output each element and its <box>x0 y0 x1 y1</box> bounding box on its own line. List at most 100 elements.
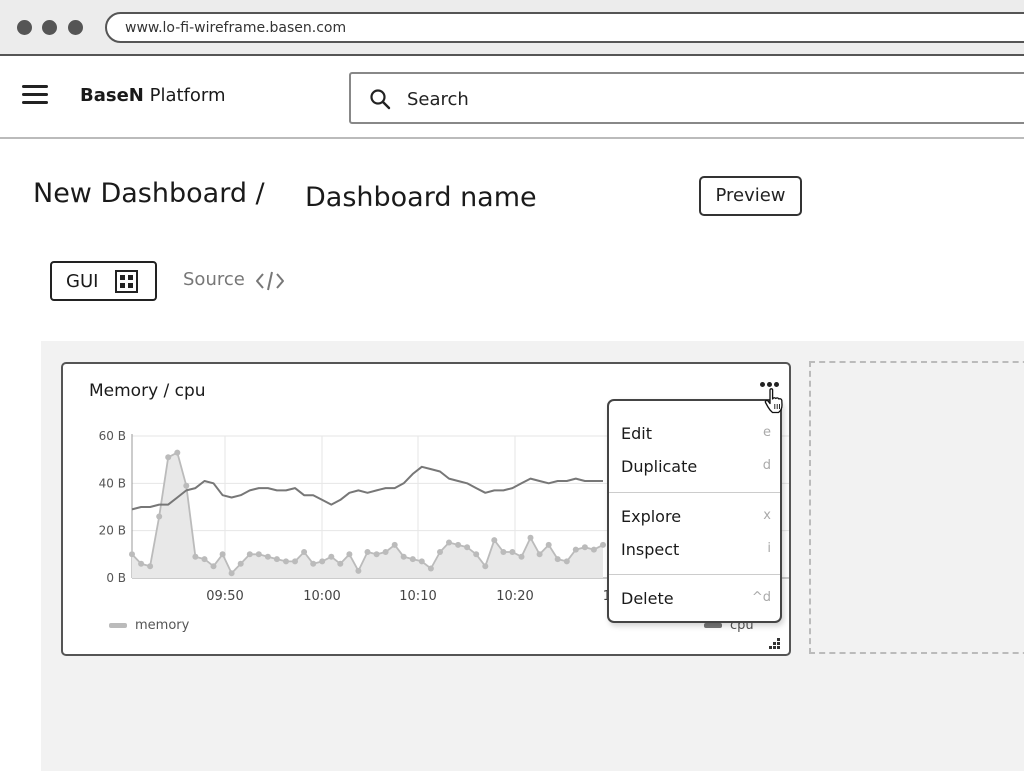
hamburger-menu-icon[interactable] <box>22 84 48 106</box>
data-point-memory <box>156 513 163 520</box>
data-point-memory <box>518 553 525 560</box>
address-bar[interactable]: www.lo-fi-wireframe.basen.com <box>105 12 1024 43</box>
data-point-memory <box>590 546 597 553</box>
data-point-memory <box>364 549 371 555</box>
data-point-memory <box>210 563 217 570</box>
menu-item-duplicate[interactable]: Duplicate d <box>621 454 771 480</box>
data-point-memory <box>527 534 534 541</box>
menu-item-label: Edit <box>621 424 652 443</box>
search-icon <box>370 89 391 110</box>
data-point-memory <box>455 541 462 548</box>
data-point-memory <box>400 553 407 560</box>
data-point-memory <box>174 449 181 456</box>
data-point-memory <box>391 541 398 548</box>
data-point-memory <box>183 482 190 489</box>
legend-swatch-memory <box>109 623 127 628</box>
menu-item-label: Duplicate <box>621 457 698 476</box>
data-point-memory <box>138 560 145 567</box>
data-point-memory <box>129 551 135 558</box>
y-tick-label: 60 B <box>99 429 126 443</box>
data-point-memory <box>319 558 326 565</box>
data-point-memory <box>427 565 434 572</box>
menu-item-shortcut: e <box>763 425 771 440</box>
menu-item-explore[interactable]: Explore x <box>621 504 771 530</box>
data-point-memory <box>192 553 199 560</box>
x-tick-label: 10:10 <box>399 589 436 604</box>
data-point-memory <box>382 549 389 555</box>
code-icon <box>256 271 284 291</box>
x-tick-label: 10:20 <box>496 589 533 604</box>
series-line-cpu <box>131 465 603 511</box>
legend-item-memory: memory <box>109 618 189 633</box>
brand-name: BaseN <box>80 85 144 106</box>
data-point-memory <box>482 563 489 570</box>
menu-item-shortcut: x <box>763 508 771 523</box>
app-header: BaseN Platform <box>0 57 1024 139</box>
menu-item-delete[interactable]: Delete ^d <box>621 586 771 612</box>
data-point-memory <box>355 567 362 574</box>
grid-icon <box>115 270 138 293</box>
data-point-memory <box>346 551 353 558</box>
data-point-memory <box>310 560 317 567</box>
menu-item-shortcut: ^d <box>751 590 771 605</box>
preview-button[interactable]: Preview <box>699 176 802 216</box>
data-point-memory <box>536 551 543 558</box>
dashboard-name-title[interactable]: Dashboard name <box>305 182 537 213</box>
data-point-memory <box>409 556 416 563</box>
data-point-memory <box>473 551 480 558</box>
data-point-memory <box>337 560 344 567</box>
menu-item-shortcut: d <box>762 458 771 473</box>
y-tick-label: 20 B <box>99 524 126 538</box>
legend-label-memory: memory <box>135 618 190 633</box>
empty-widget-slot[interactable] <box>809 361 1024 654</box>
data-point-memory <box>545 541 552 548</box>
data-point-memory <box>165 454 172 461</box>
data-point-memory <box>491 537 498 544</box>
menu-item-edit[interactable]: Edit e <box>621 421 771 447</box>
search-bar[interactable] <box>349 72 1024 124</box>
brand-logo: BaseN Platform <box>80 85 226 106</box>
data-point-memory <box>563 558 570 565</box>
tab-source-label: Source <box>183 269 245 290</box>
data-point-memory <box>418 558 425 565</box>
data-point-memory <box>264 553 271 560</box>
data-point-memory <box>147 563 154 570</box>
data-point-memory <box>600 541 606 548</box>
tab-gui[interactable]: GUI <box>50 261 157 301</box>
data-point-memory <box>373 551 380 558</box>
x-tick-label: 10:00 <box>303 589 340 604</box>
data-point-memory <box>581 544 588 551</box>
data-point-memory <box>228 570 235 577</box>
menu-item-label: Inspect <box>621 540 680 559</box>
tab-gui-label: GUI <box>66 271 99 292</box>
data-point-memory <box>273 556 280 563</box>
data-point-memory <box>572 546 579 553</box>
tab-source[interactable]: Source <box>183 269 293 295</box>
window-close-dot[interactable] <box>17 20 32 35</box>
menu-item-inspect[interactable]: Inspect i <box>621 537 771 563</box>
data-point-memory <box>464 544 471 551</box>
widget-context-menu: Edit e Duplicate d Explore x Inspect i D… <box>607 399 782 623</box>
menu-divider <box>609 492 780 493</box>
address-bar-url: www.lo-fi-wireframe.basen.com <box>125 20 347 36</box>
x-tick-label: 09:50 <box>206 589 243 604</box>
data-point-memory <box>500 549 507 555</box>
data-point-memory <box>283 558 289 565</box>
menu-item-label: Explore <box>621 507 682 526</box>
menu-item-shortcut: i <box>767 541 771 556</box>
window-minimize-dot[interactable] <box>42 20 57 35</box>
data-point-memory <box>219 551 226 558</box>
breadcrumb[interactable]: New Dashboard / <box>33 178 265 209</box>
data-point-memory <box>554 556 561 563</box>
brand-suffix: Platform <box>149 85 226 106</box>
window-maximize-dot[interactable] <box>68 20 83 35</box>
y-tick-label: 40 B <box>99 476 126 490</box>
data-point-memory <box>437 549 443 555</box>
data-point-memory <box>301 549 308 555</box>
resize-handle-icon[interactable] <box>767 636 781 650</box>
data-point-memory <box>237 560 244 567</box>
data-point-memory <box>292 558 298 565</box>
browser-toolbar: www.lo-fi-wireframe.basen.com <box>0 0 1024 56</box>
search-input[interactable] <box>407 84 807 114</box>
data-point-memory <box>201 556 208 563</box>
